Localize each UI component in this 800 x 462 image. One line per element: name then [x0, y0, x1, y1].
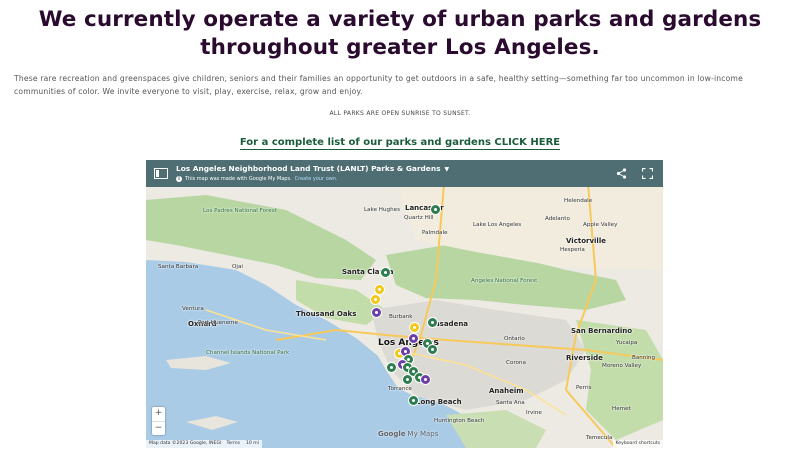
map-place-label: Santa Ana: [496, 400, 525, 406]
map-place-label: Yucaipa: [616, 340, 638, 346]
map-place-label: Palmdale: [422, 230, 448, 236]
map-place-label: Ojai: [232, 264, 243, 270]
park-marker-pin[interactable]: [409, 322, 420, 333]
create-map-link[interactable]: Create your own.: [295, 176, 338, 182]
map-place-label: Thousand Oaks: [296, 310, 357, 318]
map-place-label: Los Padres National Forest: [203, 208, 277, 214]
legend-panel-icon[interactable]: [154, 168, 168, 179]
parks-list-link[interactable]: For a complete list of our parks and gar…: [239, 137, 561, 150]
park-marker-pin[interactable]: [371, 307, 382, 318]
map-place-label: Hemet: [612, 406, 631, 412]
park-marker-pin[interactable]: [430, 204, 441, 215]
map-place-label: Anaheim: [489, 387, 524, 395]
map-place-label: Lake Los Angeles: [473, 222, 522, 228]
google-my-maps-logo: Google My Maps: [378, 430, 439, 438]
map-place-label: Moreno Valley: [602, 363, 642, 369]
map-place-label: Adelanto: [545, 216, 570, 222]
map-place-label: Irvine: [526, 410, 542, 416]
map-place-label: Helendale: [564, 198, 593, 204]
map-place-label: Quartz Hill: [404, 215, 434, 221]
scale-bar: 10 mi: [245, 441, 260, 446]
map-header-bar: Los Angeles Neighborhood Land Trust (LAN…: [146, 160, 663, 187]
map-place-label: Banning: [632, 355, 656, 361]
park-marker-pin[interactable]: [427, 317, 438, 328]
map-place-label: Perris: [576, 385, 592, 391]
map-place-label: Burbank: [389, 314, 413, 320]
map-place-label: Torrance: [388, 386, 412, 392]
park-marker-pin[interactable]: [408, 333, 419, 344]
map-place-label: Long Beach: [416, 398, 462, 406]
map-place-label: Ontario: [504, 336, 525, 342]
zoom-out-button[interactable]: −: [152, 422, 165, 436]
map-place-label: Temecula: [586, 435, 613, 441]
map-title: Los Angeles Neighborhood Land Trust (LAN…: [176, 164, 441, 173]
zoom-control: + −: [152, 407, 165, 435]
map-place-label: Lake Hughes: [364, 207, 401, 213]
map-place-label: Port Hueneme: [198, 320, 238, 326]
map-place-label: Santa Barbara: [158, 264, 199, 270]
park-marker-pin[interactable]: [408, 395, 419, 406]
map-place-label: Channel Islands National Park: [206, 350, 290, 356]
fullscreen-icon[interactable]: [642, 168, 653, 179]
park-marker-pin[interactable]: [370, 294, 381, 305]
map-subtitle: This map was made with Google My Maps.: [185, 176, 292, 182]
map-subtitle-row: i This map was made with Google My Maps. C…: [176, 176, 338, 182]
map-data-credit: Map data ©2023 Google, INEGI: [149, 441, 222, 446]
map-place-label: Huntington Beach: [434, 418, 485, 424]
intro-paragraph: These rare recreation and greenspaces gi…: [14, 74, 743, 96]
page-headline: We currently operate a variety of urban …: [38, 7, 762, 60]
terms-link[interactable]: Terms: [226, 441, 240, 446]
map-attribution: Map data ©2023 Google, INEGI Terms 10 mi: [146, 440, 263, 448]
map-place-label: Victorville: [566, 237, 606, 245]
map-place-label: San Bernardino: [571, 327, 633, 335]
map-place-label: Angeles National Forest: [471, 278, 538, 284]
map-place-label: Apple Valley: [583, 222, 618, 228]
map-place-label: Corona: [506, 360, 526, 366]
map-place-label: Riverside: [566, 354, 603, 362]
zoom-in-button[interactable]: +: [152, 407, 165, 422]
park-marker-pin[interactable]: [386, 362, 397, 373]
share-icon[interactable]: [616, 168, 627, 179]
info-icon: i: [176, 176, 182, 182]
map-place-label: Hesperia: [560, 247, 585, 253]
map-title-row[interactable]: Los Angeles Neighborhood Land Trust (LAN…: [176, 164, 449, 173]
park-marker-pin[interactable]: [427, 344, 438, 355]
cta-container: For a complete list of our parks and gar…: [0, 130, 800, 150]
chevron-down-icon: ▼: [444, 166, 450, 173]
park-hours-note: ALL PARKS ARE OPEN SUNRISE TO SUNSET.: [329, 110, 471, 117]
park-marker-pin[interactable]: [402, 374, 413, 385]
park-marker-pin[interactable]: [380, 267, 391, 278]
park-marker-pin[interactable]: [420, 374, 431, 385]
keyboard-shortcuts-link[interactable]: Keyboard shortcuts: [612, 440, 663, 448]
embedded-map[interactable]: Los Angeles Neighborhood Land Trust (LAN…: [146, 160, 663, 448]
map-place-label: Ventura: [182, 306, 204, 312]
